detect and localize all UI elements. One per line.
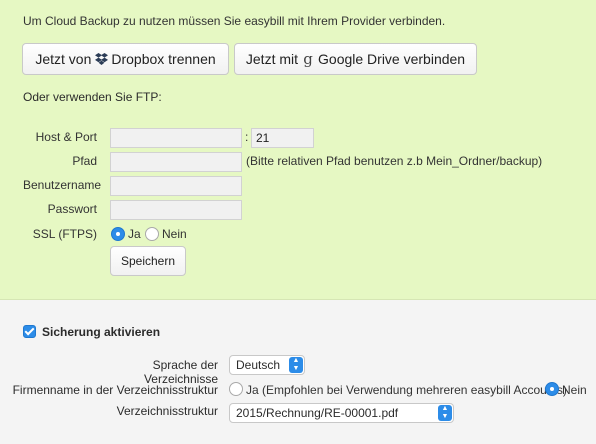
- enable-backup-label: Sicherung aktivieren: [42, 325, 161, 339]
- port-input[interactable]: [251, 128, 314, 148]
- select-arrows-icon: ▲ ▼: [289, 357, 303, 373]
- structure-label: Verzeichnisstruktur: [116, 404, 218, 418]
- language-label: Sprache der Verzeichnisse: [143, 358, 218, 386]
- google-icon: g: [303, 50, 313, 68]
- dropbox-button-prefix: Jetzt von: [35, 51, 92, 67]
- ftp-section-label: Oder verwenden Sie FTP:: [23, 90, 162, 104]
- ssl-label: SSL (FTPS): [32, 227, 97, 241]
- ssl-no-label: Nein: [162, 227, 187, 241]
- path-hint: (Bitte relativen Pfad benutzen z.b Mein_…: [246, 154, 543, 168]
- host-port-label: Host & Port: [35, 130, 97, 144]
- select-arrows-icon: ▲ ▼: [438, 405, 452, 421]
- gdrive-button-prefix: Jetzt mit: [245, 51, 299, 67]
- username-label: Benutzername: [23, 178, 102, 192]
- port-separator: :: [245, 130, 249, 144]
- company-no-label: Nein: [562, 383, 587, 397]
- ssl-yes-label: Ja: [128, 227, 141, 241]
- company-no-radio[interactable]: [545, 382, 559, 396]
- language-select[interactable]: Deutsch ▲ ▼: [229, 355, 305, 375]
- cloud-backup-panel: Um Cloud Backup zu nutzen müssen Sie eas…: [0, 0, 596, 300]
- save-button[interactable]: Speichern: [110, 246, 186, 276]
- company-yes-label: Ja (Empfohlen bei Verwendung mehreren ea…: [246, 383, 567, 397]
- language-select-value: Deutsch: [236, 358, 281, 372]
- enable-backup-checkbox[interactable]: [23, 325, 36, 338]
- company-name-label: Firmenname in der Verzeichnisstruktur: [12, 383, 218, 397]
- google-drive-connect-button[interactable]: Jetzt mit g Google Drive verbinden: [234, 43, 477, 75]
- dropbox-disconnect-button[interactable]: Jetzt von Dropbox trennen: [22, 43, 229, 75]
- gdrive-button-suffix: Google Drive verbinden: [318, 51, 466, 67]
- ssl-no-radio[interactable]: [145, 227, 159, 241]
- password-label: Passwort: [47, 202, 97, 216]
- path-input[interactable]: [110, 152, 242, 172]
- username-input[interactable]: [110, 176, 242, 196]
- company-yes-radio[interactable]: [229, 382, 243, 396]
- intro-text: Um Cloud Backup zu nutzen müssen Sie eas…: [23, 14, 446, 28]
- password-input[interactable]: [110, 200, 242, 220]
- host-input[interactable]: [110, 128, 242, 148]
- ssl-yes-radio[interactable]: [111, 227, 125, 241]
- structure-select-value: 2015/Rechnung/RE-00001.pdf: [236, 406, 399, 420]
- structure-select[interactable]: 2015/Rechnung/RE-00001.pdf ▲ ▼: [229, 403, 454, 423]
- path-label: Pfad: [72, 154, 97, 168]
- dropbox-icon: [94, 52, 108, 66]
- dropbox-button-suffix: Dropbox trennen: [111, 51, 216, 67]
